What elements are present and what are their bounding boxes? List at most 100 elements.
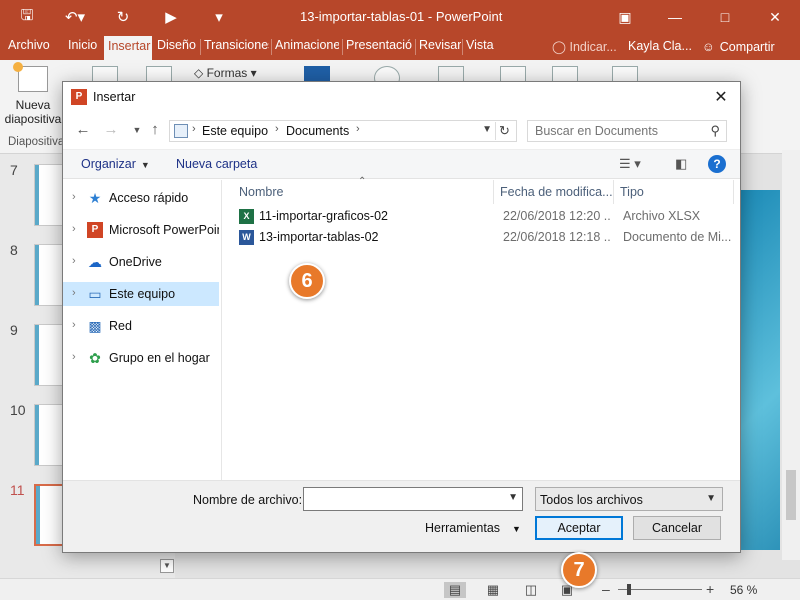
- nav-item-red[interactable]: › ▩ Red: [63, 314, 219, 338]
- excel-icon: X: [239, 209, 254, 224]
- nav-item-grupo-hogar[interactable]: › ✿ Grupo en el hogar: [63, 346, 219, 370]
- close-icon[interactable]: ✕: [708, 86, 734, 110]
- zoom-out-icon[interactable]: –: [602, 581, 610, 597]
- forward-icon[interactable]: →: [101, 120, 121, 140]
- tab-vista[interactable]: Vista: [466, 38, 494, 52]
- ribbon-tabs: Archivo Inicio Insertar Diseño Transicio…: [0, 34, 800, 60]
- normal-view-icon[interactable]: ▤: [444, 582, 466, 598]
- present-icon[interactable]: ▶: [158, 7, 184, 27]
- chevron-right-icon[interactable]: ›: [275, 123, 279, 135]
- window-controls: ▣ — □ ✕: [600, 0, 800, 34]
- nav-item-label: Red: [109, 319, 132, 333]
- shapes-label: Formas: [206, 66, 248, 80]
- address-bar[interactable]: › Este equipo › Documents › ▼ ↻: [169, 120, 517, 142]
- maximize-icon[interactable]: □: [700, 0, 750, 34]
- tab-presentacion[interactable]: Presentación: [346, 38, 412, 52]
- chevron-right-icon[interactable]: ›: [72, 191, 76, 203]
- accept-button[interactable]: Aceptar: [535, 516, 623, 540]
- tab-inicio[interactable]: Inicio: [68, 38, 97, 52]
- new-slide-label-2: diapositiva: [4, 112, 62, 126]
- zoom-level[interactable]: 56 %: [730, 583, 757, 597]
- chevron-right-icon[interactable]: ›: [72, 319, 76, 331]
- back-icon[interactable]: ←: [73, 120, 93, 140]
- homegroup-icon: ✿: [89, 350, 101, 366]
- customize-qat-icon[interactable]: ▾: [206, 7, 232, 27]
- chevron-right-icon[interactable]: ›: [356, 123, 360, 135]
- user-name[interactable]: Kayla Cla...: [628, 39, 692, 53]
- shapes-button[interactable]: ◇ Formas ▾: [194, 66, 257, 80]
- file-list: ⌃ Nombre Fecha de modifica... Tipo X 11-…: [223, 176, 740, 480]
- navigation-bar: ← → ▼ ↑ › Este equipo › Documents › ▼ ↻ …: [63, 116, 740, 144]
- column-header-name[interactable]: Nombre: [239, 185, 283, 199]
- column-header-type[interactable]: Tipo: [620, 185, 644, 199]
- step-callout-6: 6: [289, 263, 325, 299]
- step-callout-7: 7: [561, 552, 597, 588]
- slide-number: 10: [10, 402, 26, 418]
- chevron-right-icon[interactable]: ›: [72, 255, 76, 267]
- chevron-right-icon[interactable]: ›: [72, 351, 76, 363]
- recent-locations-icon[interactable]: ▼: [127, 120, 147, 140]
- breadcrumb-documents[interactable]: Documents: [286, 124, 349, 138]
- document-title: 13-importar-tablas-01 - PowerPoint: [300, 9, 503, 24]
- slide-sorter-icon[interactable]: ▦: [482, 582, 504, 598]
- tell-me-box[interactable]: ◯ Indicar...: [552, 39, 617, 54]
- scrollbar-thumb[interactable]: [786, 470, 796, 520]
- tab-diseno[interactable]: Diseño: [157, 38, 196, 52]
- tab-archivo[interactable]: Archivo: [8, 38, 50, 52]
- filename-combobox[interactable]: ▼: [303, 487, 523, 511]
- preview-pane-icon[interactable]: ◧: [675, 156, 687, 172]
- organize-button[interactable]: Organizar ▼: [81, 157, 150, 171]
- undo-icon[interactable]: ↶▾: [62, 7, 88, 27]
- nav-item-acceso-rapido[interactable]: › ★ Acceso rápido: [63, 186, 219, 210]
- filename-input[interactable]: [304, 488, 500, 510]
- slide-canvas[interactable]: [740, 190, 780, 550]
- file-list-header: Nombre Fecha de modifica... Tipo: [223, 180, 740, 204]
- vertical-scrollbar[interactable]: [782, 150, 800, 560]
- redo-icon[interactable]: ↻: [110, 7, 136, 27]
- share-button[interactable]: ☺ Compartir: [698, 37, 794, 57]
- tab-insertar[interactable]: Insertar: [104, 36, 152, 60]
- slide-number: 9: [10, 322, 18, 338]
- file-row[interactable]: W 13-importar-tablas-02 22/06/2018 12:18…: [239, 227, 739, 248]
- new-folder-button[interactable]: Nueva carpeta: [176, 157, 257, 171]
- change-view-icon[interactable]: ☰ ▾: [619, 156, 641, 172]
- close-icon[interactable]: ✕: [750, 0, 800, 34]
- ribbon-display-icon[interactable]: ▣: [600, 0, 650, 34]
- search-input[interactable]: [528, 121, 702, 141]
- search-icon[interactable]: ⚲: [710, 123, 720, 139]
- up-icon[interactable]: ↑: [145, 120, 165, 140]
- minimize-icon[interactable]: —: [650, 0, 700, 34]
- pane-scroll-down-icon[interactable]: ▼: [160, 559, 174, 573]
- nav-item-onedrive[interactable]: › ☁ OneDrive: [63, 250, 219, 274]
- save-icon[interactable]: 🖫: [14, 7, 40, 27]
- file-date: 22/06/2018 12:20 ...: [503, 209, 611, 223]
- refresh-icon[interactable]: ↻: [495, 122, 513, 140]
- nav-item-label: Grupo en el hogar: [109, 351, 210, 365]
- tab-animaciones[interactable]: Animaciones: [275, 38, 339, 52]
- breadcrumb-este-equipo[interactable]: Este equipo: [202, 124, 268, 138]
- chevron-down-icon[interactable]: ▼: [508, 492, 518, 503]
- new-slide-button[interactable]: Nueva diapositiva: [4, 62, 62, 126]
- nav-item-powerpoint[interactable]: › P Microsoft PowerPoint: [63, 218, 219, 242]
- chevron-right-icon[interactable]: ›: [72, 287, 76, 299]
- tab-transiciones[interactable]: Transiciones: [204, 38, 269, 52]
- chevron-down-icon: ▼: [706, 493, 716, 504]
- search-box[interactable]: ⚲: [527, 120, 727, 142]
- chevron-right-icon[interactable]: ›: [192, 123, 196, 135]
- zoom-in-icon[interactable]: +: [706, 581, 714, 597]
- filter-value: Todos los archivos: [540, 493, 643, 507]
- tab-revisar[interactable]: Revisar: [419, 38, 461, 52]
- column-header-date[interactable]: Fecha de modifica...: [500, 185, 612, 199]
- file-type-filter[interactable]: Todos los archivos ▼: [535, 487, 723, 511]
- chevron-right-icon[interactable]: ›: [72, 223, 76, 235]
- cancel-button[interactable]: Cancelar: [633, 516, 721, 540]
- file-date: 22/06/2018 12:18 ...: [503, 230, 611, 244]
- tools-button[interactable]: Herramientas ▼: [425, 521, 521, 535]
- nav-item-este-equipo[interactable]: › ▭ Este equipo: [63, 282, 219, 306]
- reading-view-icon[interactable]: ◫: [520, 582, 542, 598]
- word-icon: W: [239, 230, 254, 245]
- chevron-down-icon[interactable]: ▼: [482, 124, 492, 135]
- help-icon[interactable]: ?: [708, 155, 726, 173]
- file-row[interactable]: X 11-importar-graficos-02 22/06/2018 12:…: [239, 206, 739, 227]
- zoom-slider-thumb[interactable]: [627, 584, 631, 595]
